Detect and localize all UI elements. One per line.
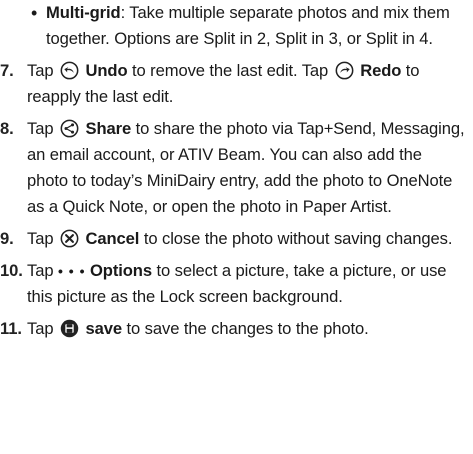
manual-page: • Multi-grid: Take multiple separate pho… bbox=[0, 0, 473, 348]
item-text: to save the changes to the photo. bbox=[126, 319, 369, 338]
item-number: 9. bbox=[0, 229, 14, 248]
bullet-dot-icon: • bbox=[31, 3, 38, 23]
list-item-11: 11. Tap save to save the changes to the … bbox=[0, 316, 467, 342]
undo-icon bbox=[60, 61, 79, 80]
item-text: Tap bbox=[27, 61, 54, 80]
save-icon bbox=[60, 319, 79, 338]
options-icon: • • • bbox=[57, 263, 86, 279]
cancel-label: Cancel bbox=[85, 229, 140, 248]
list-item-8: 8. Tap Share to share the photo via Tap+… bbox=[0, 116, 467, 220]
item-number: 11. bbox=[0, 319, 22, 338]
save-label: save bbox=[85, 319, 123, 338]
redo-label: Redo bbox=[360, 61, 402, 80]
item-text: Tap bbox=[27, 229, 54, 248]
share-icon bbox=[60, 119, 79, 138]
redo-icon bbox=[335, 61, 354, 80]
item-text: Tap bbox=[27, 261, 54, 280]
list-item-10: 10. Tap • • • Options to select a pictur… bbox=[0, 258, 467, 310]
item-text: Tap bbox=[27, 119, 54, 138]
item-text: to close the photo without saving change… bbox=[143, 229, 453, 248]
item-number: 10. bbox=[0, 261, 23, 280]
share-label: Share bbox=[85, 119, 132, 138]
list-item-multi-grid: • Multi-grid: Take multiple separate pho… bbox=[0, 0, 456, 52]
item-number: 8. bbox=[0, 119, 14, 138]
list-item-9: 9. Tap Cancel to close the photo without… bbox=[0, 226, 467, 252]
bullet-title: Multi-grid bbox=[46, 3, 121, 22]
item-text: Tap bbox=[27, 319, 54, 338]
cancel-icon bbox=[60, 229, 79, 248]
undo-label: Undo bbox=[85, 61, 128, 80]
item-text: to remove the last edit. Tap bbox=[132, 61, 329, 80]
list-item-7: 7. Tap Undo to remove the last edit. Tap… bbox=[0, 58, 467, 110]
item-number: 7. bbox=[0, 61, 14, 80]
options-label: Options bbox=[89, 261, 152, 280]
